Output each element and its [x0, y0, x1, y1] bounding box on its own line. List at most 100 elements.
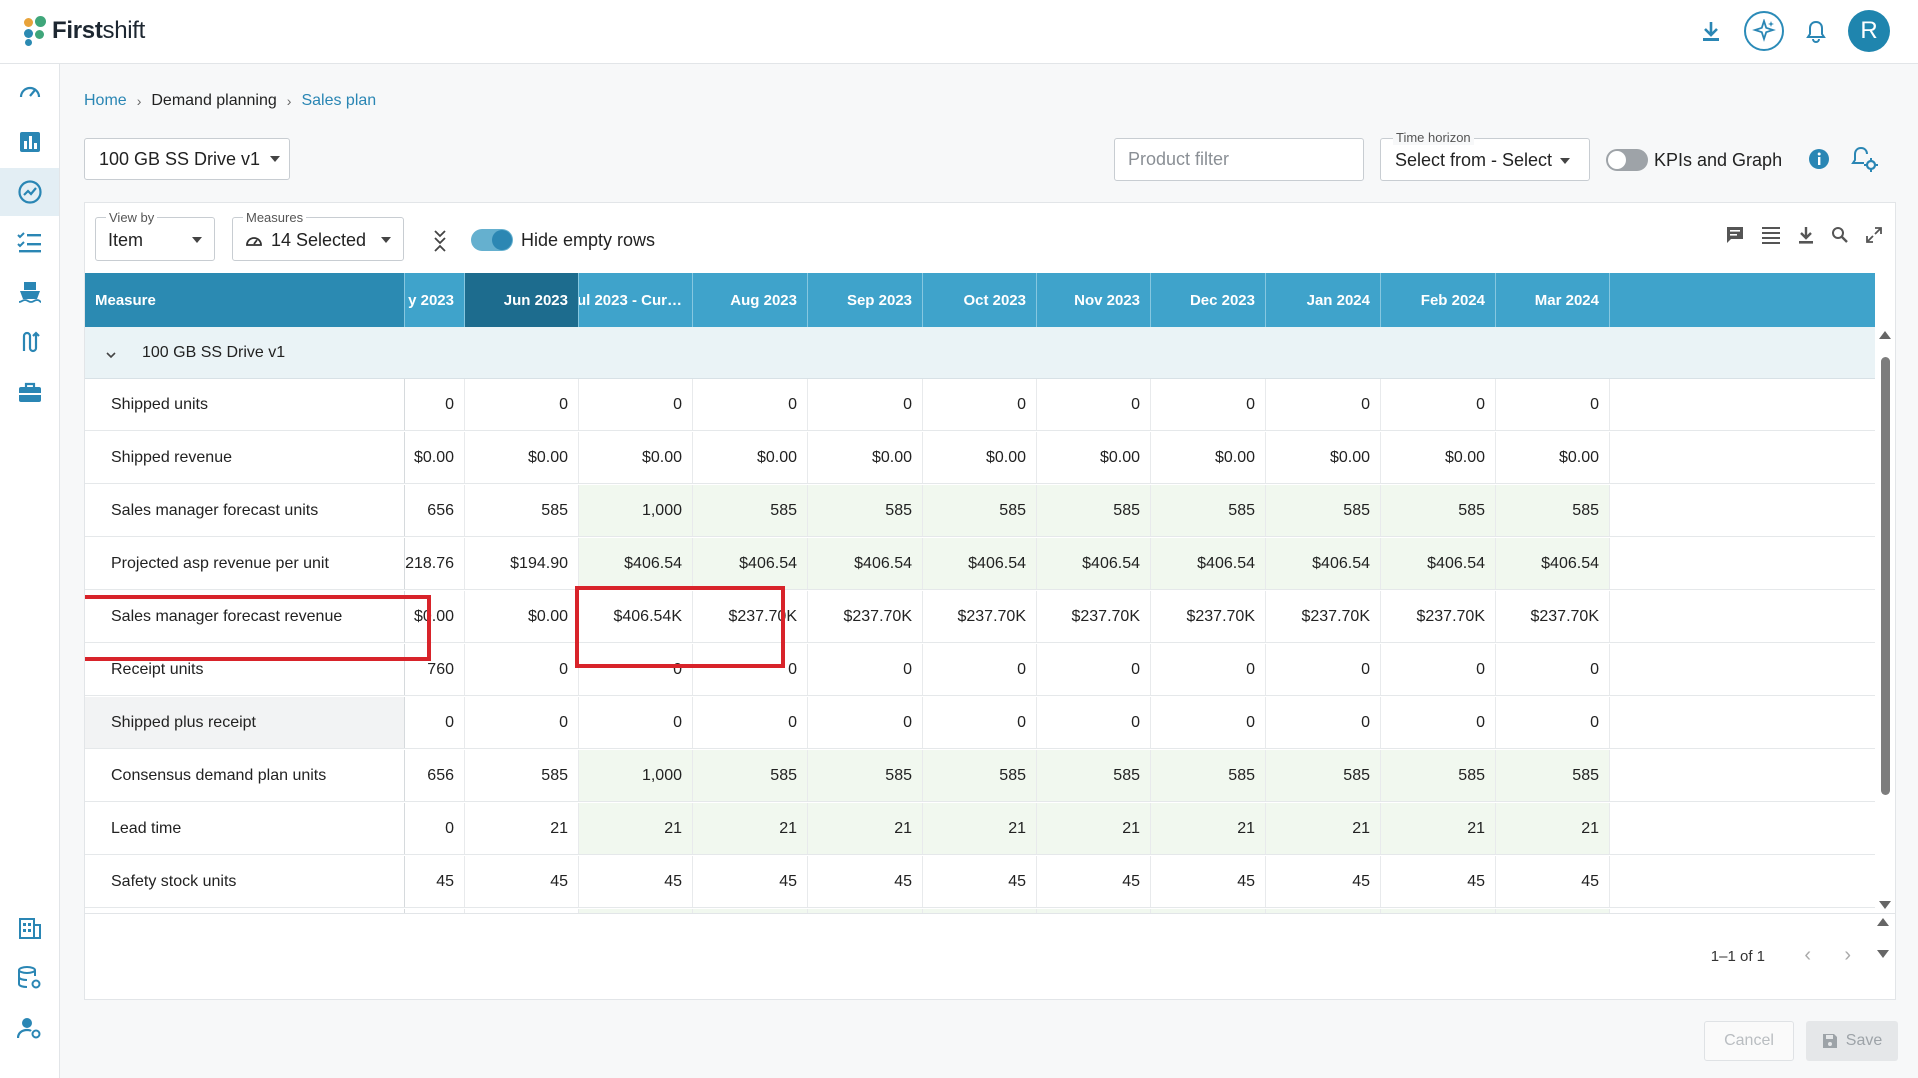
value-cell[interactable]: $406.54 — [1151, 538, 1266, 589]
value-cell[interactable]: $406.54 — [923, 538, 1037, 589]
user-avatar[interactable]: R — [1848, 10, 1890, 52]
nav-portfolio[interactable] — [0, 368, 59, 416]
value-cell[interactable]: 21 — [808, 803, 923, 854]
nav-data-settings[interactable] — [0, 954, 59, 1002]
nav-tasks[interactable] — [0, 218, 59, 266]
value-cell[interactable]: $406.54 — [1381, 538, 1496, 589]
hide-empty-rows-toggle[interactable] — [471, 229, 513, 251]
value-cell[interactable]: $406.54 — [579, 538, 693, 589]
value-cell[interactable]: 585 — [1266, 750, 1381, 801]
column-header-month[interactable]: Dec 2023 — [1151, 273, 1266, 327]
row-density-icon[interactable] — [1761, 226, 1781, 249]
value-cell[interactable]: 21 — [1037, 803, 1151, 854]
ai-assistant-button[interactable] — [1744, 11, 1784, 51]
table-row[interactable]: Sales manager forecast units 656 585 1,000 5… — [85, 485, 1875, 537]
value-cell[interactable]: 585 — [465, 750, 579, 801]
product-select[interactable]: 100 GB SS Drive v1 — [84, 138, 290, 180]
value-cell[interactable]: 585 — [923, 750, 1037, 801]
breadcrumb-sales-plan[interactable]: Sales plan — [301, 92, 376, 110]
table-row[interactable]: Receipt units 760 0 0 0 0 0 0 0 0 0 0 — [85, 644, 1875, 696]
value-cell[interactable]: 21 — [923, 803, 1037, 854]
nav-scenarios[interactable] — [0, 318, 59, 366]
value-cell[interactable]: 585 — [693, 750, 808, 801]
table-row[interactable]: Sales manager forecast revenue $0.00 $0.00… — [85, 591, 1875, 643]
download-icon[interactable] — [1797, 225, 1815, 250]
value-cell[interactable]: 585 — [1266, 485, 1381, 536]
next-page-icon[interactable]: › — [1844, 944, 1851, 967]
value-cell[interactable]: $194.90 — [465, 538, 579, 589]
value-cell[interactable]: $406.54 — [1037, 538, 1151, 589]
nav-reports[interactable] — [0, 118, 59, 166]
value-cell[interactable]: 585 — [1381, 750, 1496, 801]
table-row[interactable]: Lead time 0 21 21 21 21 21 21 21 21 21 21 — [85, 803, 1875, 855]
info-icon[interactable] — [1808, 148, 1830, 175]
value-cell[interactable]: $406.54 — [808, 538, 923, 589]
firstshift-logo[interactable]: Firstshift — [22, 16, 145, 46]
value-cell[interactable]: 21 — [1496, 803, 1610, 854]
value-cell[interactable]: 21 — [1266, 803, 1381, 854]
nav-organization[interactable] — [0, 904, 59, 952]
value-cell[interactable]: 21 — [693, 803, 808, 854]
column-header-month[interactable]: Aug 2023 — [693, 273, 808, 327]
table-row[interactable]: Safety stock units 45 45 45 45 45 45 45 45 45 45 45 — [85, 856, 1875, 908]
table-row[interactable]: Projected asp revenue per unit 218.76 $194… — [85, 538, 1875, 590]
breadcrumb-home[interactable]: Home — [84, 92, 127, 110]
column-header-month[interactable]: Nov 2023 — [1037, 273, 1151, 327]
nav-dashboard[interactable] — [0, 68, 59, 116]
fullscreen-icon[interactable] — [1865, 226, 1883, 249]
value-cell[interactable]: 585 — [1037, 750, 1151, 801]
table-row[interactable]: Shipped revenue $0.00 $0.00 $0.00 $0.00 $0.00… — [85, 432, 1875, 484]
value-cell[interactable]: 656 — [405, 485, 465, 536]
value-cell[interactable]: 585 — [1037, 485, 1151, 536]
value-cell[interactable]: 585 — [808, 485, 923, 536]
kpis-graph-toggle[interactable] — [1606, 149, 1648, 171]
value-cell[interactable]: $406.54 — [1266, 538, 1381, 589]
table-row[interactable]: Shipped plus receipt 0 0 0 0 0 0 0 0 0 0 0 — [85, 697, 1875, 749]
value-cell[interactable]: 1,000 — [579, 485, 693, 536]
column-header-measure[interactable]: Measure — [85, 273, 405, 327]
value-cell[interactable]: 656 — [405, 750, 465, 801]
value-cell[interactable]: $406.54 — [693, 538, 808, 589]
previous-page-icon[interactable]: ‹ — [1804, 944, 1811, 967]
alert-settings-icon[interactable] — [1850, 145, 1878, 178]
group-row[interactable]: 100 GB SS Drive v1 — [85, 327, 1875, 379]
vertical-scrollbar[interactable] — [1875, 327, 1895, 913]
value-cell[interactable]: $406.54 — [1496, 538, 1610, 589]
comment-icon[interactable] — [1725, 225, 1745, 250]
column-header-month[interactable]: Oct 2023 — [923, 273, 1037, 327]
view-by-select[interactable]: View by Item — [95, 210, 215, 261]
nav-user-settings[interactable] — [0, 1004, 59, 1052]
value-cell[interactable]: 585 — [1496, 485, 1610, 536]
value-cell[interactable]: 585 — [1496, 750, 1610, 801]
table-row[interactable]: Consensus demand plan units 656 585 1,000 58… — [85, 750, 1875, 802]
product-filter-input[interactable] — [1114, 138, 1364, 181]
column-header-month[interactable]: Jun 2023 — [465, 273, 579, 327]
value-cell[interactable]: 21 — [1381, 803, 1496, 854]
value-cell[interactable]: 585 — [1151, 750, 1266, 801]
search-icon[interactable] — [1831, 226, 1849, 249]
value-cell[interactable]: 21 — [1151, 803, 1266, 854]
nav-demand-planning[interactable] — [0, 168, 59, 216]
download-icon[interactable] — [1700, 19, 1722, 43]
column-header-month[interactable]: y 2023 — [405, 273, 465, 327]
collapse-all-icon[interactable] — [433, 229, 447, 258]
notification-bell-icon[interactable] — [1806, 19, 1826, 43]
value-cell[interactable]: 0 — [405, 803, 465, 854]
save-button[interactable]: Save — [1806, 1021, 1898, 1061]
value-cell[interactable]: 585 — [923, 485, 1037, 536]
breadcrumb-demand-planning[interactable]: Demand planning — [151, 92, 276, 110]
time-horizon-select[interactable]: Time horizon Select from - Select — [1380, 130, 1590, 181]
value-cell[interactable]: 21 — [579, 803, 693, 854]
column-header-month[interactable]: Jul 2023 - Cur… — [579, 273, 693, 327]
nav-supply[interactable] — [0, 268, 59, 316]
table-row[interactable]: Shipped units 0 0 0 0 0 0 0 0 0 0 0 — [85, 379, 1875, 431]
value-cell[interactable]: 585 — [1151, 485, 1266, 536]
chevron-down-icon[interactable] — [105, 347, 117, 365]
column-header-month[interactable]: Sep 2023 — [808, 273, 923, 327]
cancel-button[interactable]: Cancel — [1704, 1021, 1794, 1061]
value-cell[interactable]: 585 — [465, 485, 579, 536]
vertical-scroll-thumb[interactable] — [1881, 357, 1890, 795]
measures-select[interactable]: Measures 14 Selected — [232, 210, 404, 261]
value-cell[interactable]: 585 — [1381, 485, 1496, 536]
column-header-month[interactable]: Feb 2024 — [1381, 273, 1496, 327]
